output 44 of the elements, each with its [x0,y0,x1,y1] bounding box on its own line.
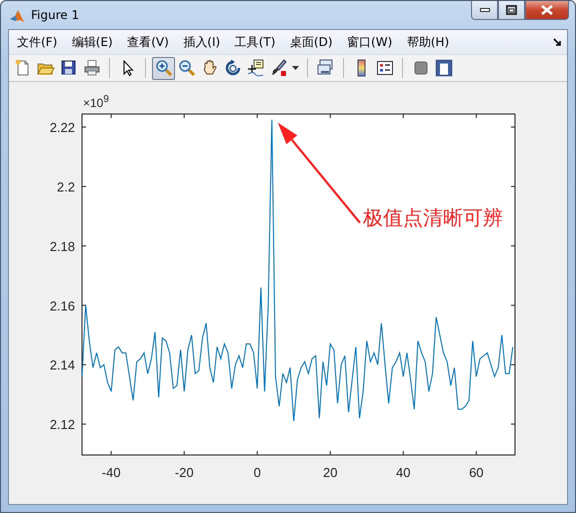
x-tick-label: -40 [102,465,121,480]
rounded-square-icon [412,59,430,77]
linked-plots-icon [316,59,334,77]
x-tick-label: 0 [254,465,261,480]
menu-item[interactable]: 插入(I) [176,32,228,52]
new-file-icon [14,59,32,77]
y-tick-label: 2.14 [50,358,75,373]
framed-window-icon [434,59,452,77]
menu-item[interactable]: 查看(V) [120,32,176,52]
window-title: Figure 1 [31,8,80,22]
annotation-text: 极值点清晰可辨 [362,206,503,230]
y-tick-label: 2.12 [50,417,75,432]
x-tick-label: -20 [174,465,194,480]
data-tip-icon [246,59,264,77]
x-tick-label: 60 [469,465,484,480]
paintbrush-icon [270,59,288,77]
menu-item[interactable]: 桌面(D) [282,32,340,52]
y-tick-label: 2.22 [50,120,75,136]
zoom-in-button[interactable] [152,56,175,80]
menu-item[interactable]: 工具(T) [228,32,282,52]
minimize-icon [480,8,490,12]
peak-logo-icon [9,8,25,24]
maximize-button[interactable] [498,1,525,20]
legend-icon [376,59,394,77]
close-icon [541,5,553,15]
caret-icon [292,66,299,70]
menu-item[interactable]: 窗口(W) [340,32,400,52]
magnifier-plus-icon [154,59,172,77]
x-tick-label: 20 [323,465,338,480]
y-tick-label: 2.18 [50,238,75,254]
rotate-icon [224,59,242,77]
axis-exponent: ×10$^{9}$ [83,94,109,110]
restore-icon [506,5,517,15]
y-tick-label: 2.2 [56,179,75,194]
y-tick-label: 2.16 [50,298,75,314]
dock-arrow-icon[interactable] [553,38,562,46]
magnifier-minus-icon [178,59,196,77]
minimize-button[interactable] [471,1,498,20]
menu-item[interactable]: 编辑(E) [64,32,120,52]
menu-item[interactable]: 帮助(H) [400,32,456,52]
x-tick-label: 40 [396,465,411,480]
menu-item[interactable]: 文件(F) [10,32,64,52]
printer-icon [82,59,100,77]
close-button[interactable] [525,1,569,20]
